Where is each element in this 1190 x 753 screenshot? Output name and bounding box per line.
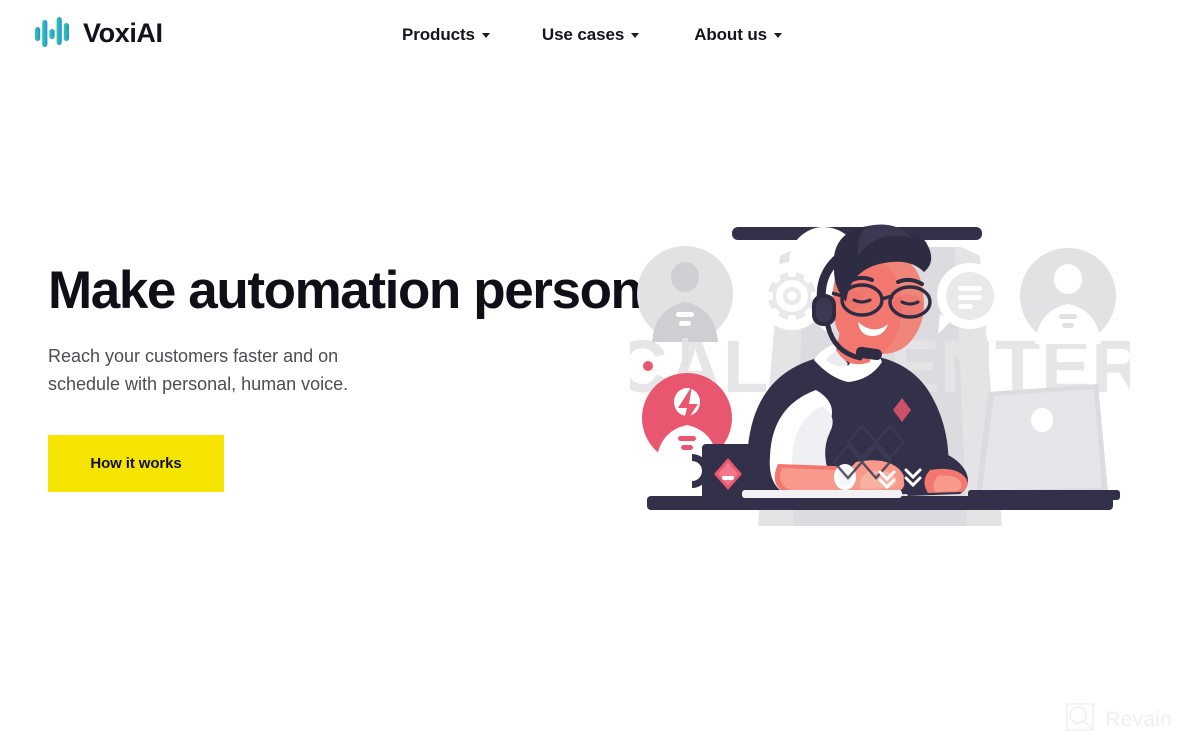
landing-page: VoxiAI Products Use cases About us Make …: [0, 0, 1190, 753]
message-speech-bubble: [937, 263, 1003, 334]
page-title: Make automation personal: [48, 261, 684, 320]
avatar-circle-right: [1020, 248, 1116, 344]
nav-item-use-cases[interactable]: Use cases: [541, 25, 640, 44]
revain-watermark: Revain: [1065, 702, 1172, 737]
chevron-down-icon: [631, 33, 640, 38]
nav-item-label: Use cases: [541, 25, 625, 44]
site-header: VoxiAI Products Use cases About us: [0, 0, 1190, 78]
sound-bars-icon: [34, 16, 74, 50]
nav-item-label: Products: [402, 25, 475, 44]
magnifier-square-icon: [1065, 702, 1095, 737]
hero-subheading: Reach your customers faster and on sched…: [48, 346, 349, 395]
brand-name: VoxiAI: [83, 17, 163, 48]
chevron-down-icon: [774, 33, 783, 38]
nav-item-products[interactable]: Products: [402, 26, 490, 43]
nav-item-about-us[interactable]: About us: [694, 25, 783, 44]
brand-logo[interactable]: VoxiAI: [34, 16, 163, 50]
call-center-agent-illustration: CALL CENTER CALL CENTER: [630, 196, 1130, 526]
chevron-down-icon: [481, 33, 490, 38]
laptop: [968, 384, 1120, 500]
how-it-works-button[interactable]: How it works: [48, 435, 224, 493]
nav-item-label: About us: [694, 25, 768, 44]
main-nav: Products Use cases About us: [402, 25, 783, 44]
watermark-label: Revain: [1105, 707, 1172, 731]
hero-text-block: Make automation personal Reach your cust…: [48, 261, 684, 493]
